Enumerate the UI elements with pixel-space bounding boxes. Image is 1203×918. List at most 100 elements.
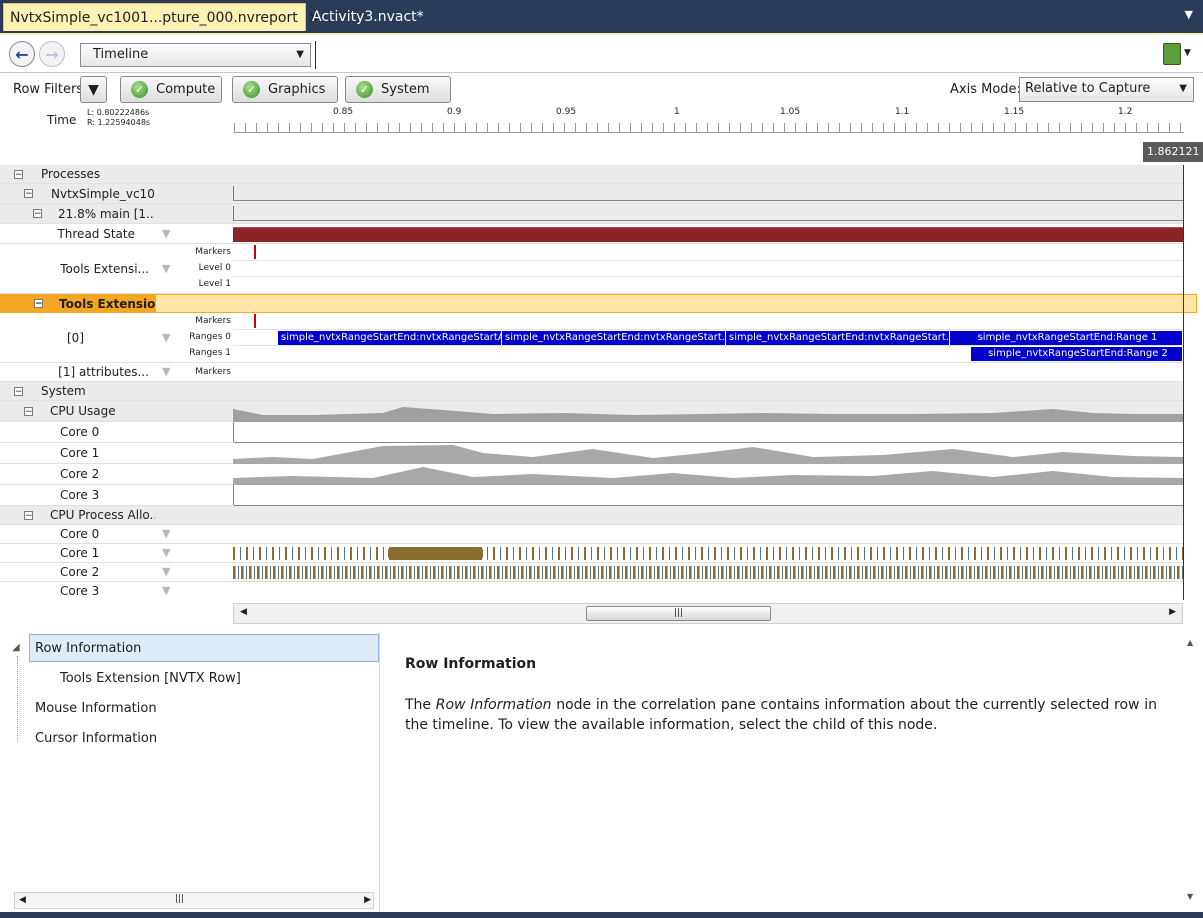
- chevron-down-icon[interactable]: ▼: [1184, 48, 1191, 58]
- row-label: Core 0: [60, 425, 100, 439]
- nvtx-range[interactable]: simple_nvtxRangeStartEnd:Range 1: [950, 331, 1183, 345]
- tree-item-cursor-information[interactable]: Cursor Information: [35, 725, 157, 753]
- marker[interactable]: [254, 245, 256, 259]
- collapse-icon[interactable]: −: [24, 189, 33, 199]
- nvtx-range[interactable]: simple_nvtxRangeStartEnd:nvtxRangeStart.…: [502, 331, 726, 345]
- time-ruler[interactable]: Time L: 0.80222486s R: 1.22594048s 0.85 …: [0, 105, 1203, 162]
- collapse-icon[interactable]: −: [24, 406, 33, 416]
- chevron-down-icon[interactable]: ▼: [1185, 8, 1193, 21]
- funnel-icon[interactable]: ▼: [162, 547, 174, 559]
- graphics-filter-button[interactable]: ✓ Graphics: [232, 76, 338, 103]
- row-cpu-usage[interactable]: − CPU Usage: [0, 401, 1183, 422]
- scroll-left-icon[interactable]: ◀: [19, 895, 26, 905]
- tab-activity[interactable]: Activity3.nvact*: [306, 3, 426, 31]
- collapse-icon[interactable]: −: [14, 169, 23, 179]
- funnel-icon[interactable]: ▼: [162, 566, 174, 578]
- row-label: Core 2: [60, 467, 100, 481]
- row-system[interactable]: − System: [0, 382, 1183, 401]
- funnel-icon: ▼: [88, 81, 99, 98]
- toolbar: ← → Timeline ▼ ▼: [0, 37, 1203, 73]
- alloc-slice[interactable]: [388, 547, 483, 560]
- collapse-icon[interactable]: −: [34, 299, 43, 309]
- document-export-icon[interactable]: [1163, 43, 1181, 65]
- scroll-down-icon[interactable]: ▼: [1187, 892, 1193, 901]
- ruler-tick-label: 1.15: [1004, 107, 1025, 117]
- row-cpu-process-allocation[interactable]: − CPU Process Allo...: [0, 506, 1183, 525]
- axis-mode-select[interactable]: Relative to Capture ▼: [1019, 77, 1194, 102]
- thread-state-bar[interactable]: [233, 227, 1183, 242]
- tree-horizontal-scrollbar[interactable]: ◀ ||| ▶: [14, 892, 374, 909]
- core-1-graph: [233, 445, 1183, 464]
- alloc-slices[interactable]: [233, 566, 1183, 579]
- tree-item-mouse-information[interactable]: Mouse Information: [35, 695, 157, 723]
- row-alloc-core-1[interactable]: Core 1 ▼: [0, 544, 1183, 563]
- description-vertical-scrollbar[interactable]: ▲ ▼: [1183, 632, 1200, 907]
- tab-nvreport[interactable]: NvtxSimple_vc1001...pture_000.nvreport ✕: [3, 3, 319, 31]
- nvtx-range[interactable]: simple_nvtxRangeStartEnd:Range 2: [971, 347, 1183, 361]
- row-process[interactable]: − NvtxSimple_vc10...: [0, 184, 1183, 204]
- description-emphasis: Row Information: [435, 697, 552, 713]
- tree-item-tools-extension[interactable]: Tools Extension [NVTX Row]: [60, 665, 241, 693]
- graphics-filter-label: Graphics: [268, 82, 326, 97]
- row-cpu-core-3[interactable]: Core 3: [0, 485, 1184, 506]
- sub-row-label: Markers: [195, 316, 231, 326]
- arrow-right-icon: →: [45, 44, 59, 64]
- row-domain-0[interactable]: [0] ▼ Markers Ranges 0 Ranges 1 simple_n…: [0, 313, 1183, 363]
- collapse-icon[interactable]: −: [24, 510, 33, 520]
- ruler-tick-label: 0.9: [447, 107, 462, 117]
- funnel-icon[interactable]: ▼: [162, 331, 174, 344]
- ruler-right-bound: R: 1.22594048s: [87, 118, 151, 127]
- toolbar-divider: [315, 41, 316, 69]
- row-label: Core 1: [60, 446, 100, 460]
- row-alloc-core-3[interactable]: Core 3 ▼: [0, 582, 1183, 600]
- alloc-slices[interactable]: [233, 547, 1183, 560]
- funnel-icon[interactable]: ▼: [162, 585, 174, 597]
- row-alloc-core-0[interactable]: Core 0 ▼: [0, 525, 1183, 544]
- compute-filter-button[interactable]: ✓ Compute: [120, 76, 222, 103]
- tree-item-row-information[interactable]: Row Information: [29, 634, 379, 662]
- cpu-usage-graph: [233, 407, 1183, 422]
- tree-line: [17, 656, 19, 742]
- ruler-tick-label: 1.05: [780, 107, 801, 117]
- row-filters-label: Row Filters: [13, 82, 84, 97]
- back-button[interactable]: ←: [9, 41, 35, 67]
- scroll-up-icon[interactable]: ▲: [1187, 638, 1193, 647]
- row-label: CPU Usage: [50, 404, 116, 418]
- sub-row-label: Markers: [195, 247, 231, 257]
- forward-button[interactable]: →: [39, 41, 65, 67]
- timeline-view[interactable]: Time L: 0.80222486s R: 1.22594048s 0.85 …: [0, 105, 1203, 600]
- row-cpu-core-0[interactable]: Core 0: [0, 422, 1184, 443]
- grip-icon[interactable]: |||: [175, 894, 184, 904]
- row-thread-state[interactable]: Thread State ▼: [0, 224, 1183, 244]
- nvtx-range[interactable]: simple_nvtxRangeStartEnd:nvtxRangeStartA: [278, 331, 502, 345]
- funnel-icon[interactable]: ▼: [162, 528, 174, 540]
- system-filter-button[interactable]: ✓ System: [345, 76, 451, 103]
- funnel-icon[interactable]: ▼: [162, 227, 174, 240]
- collapse-icon[interactable]: −: [33, 209, 42, 219]
- arrow-left-icon: ←: [15, 44, 29, 64]
- row-tools-extension-selected[interactable]: − Tools Extension: [0, 294, 1197, 313]
- row-label: [1] attributes...: [58, 365, 149, 379]
- row-cpu-core-1[interactable]: Core 1: [0, 443, 1183, 464]
- description-body: The Row Information node in the correlat…: [405, 695, 1157, 735]
- ruler-tick-label: 0.95: [556, 107, 577, 117]
- collapse-icon[interactable]: −: [14, 386, 23, 396]
- ruler-tick-label: 0.85: [333, 107, 354, 117]
- row-filter-button[interactable]: ▼: [80, 76, 107, 103]
- marker[interactable]: [254, 314, 256, 328]
- row-tools-extension-thread[interactable]: Tools Extensi... ▼ Markers Level 0 Level…: [0, 244, 1183, 294]
- view-select[interactable]: Timeline ▼: [80, 43, 311, 67]
- scroll-right-icon[interactable]: ▶: [364, 895, 371, 905]
- tab-activity-label: Activity3.nvact*: [312, 9, 424, 25]
- row-processes[interactable]: − Processes: [0, 165, 1183, 184]
- tree-item-label: Mouse Information: [35, 701, 157, 716]
- nvtx-range[interactable]: simple_nvtxRangeStartEnd:nvtxRangeStart.…: [726, 331, 950, 345]
- funnel-icon[interactable]: ▼: [162, 262, 174, 275]
- funnel-icon[interactable]: ▼: [162, 366, 174, 378]
- row-cpu-core-2[interactable]: Core 2: [0, 464, 1183, 485]
- sub-row-label: Markers: [195, 367, 231, 377]
- expand-triangle-icon[interactable]: ◢: [12, 642, 20, 653]
- row-domain-1[interactable]: [1] attributes... ▼ Markers: [0, 363, 1183, 382]
- row-alloc-core-2[interactable]: Core 2 ▼: [0, 563, 1183, 582]
- row-thread[interactable]: − 21.8% main [1...: [0, 204, 1183, 224]
